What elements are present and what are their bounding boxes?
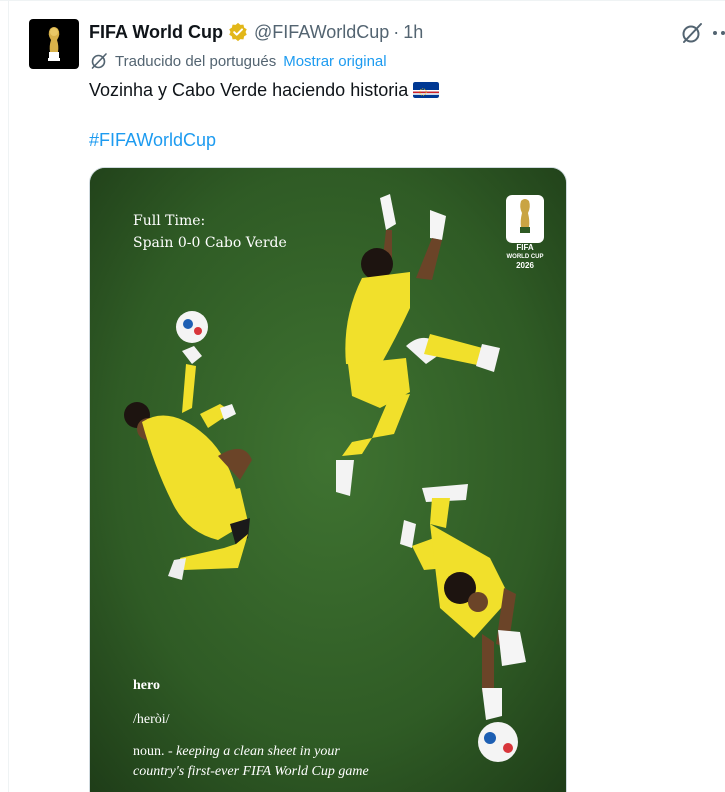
handle[interactable]: @FIFAWorldCup xyxy=(254,22,389,43)
world-cup-2026-emblem-icon xyxy=(506,195,544,243)
grok-icon[interactable] xyxy=(680,21,704,45)
timestamp[interactable]: 1h xyxy=(403,22,423,43)
translation-info: Traducido del portugués Mostrar original xyxy=(89,51,387,71)
hashtag-link[interactable]: #FIFAWorldCup xyxy=(89,128,216,152)
top-border xyxy=(0,0,725,1)
definition-pos: noun. xyxy=(133,744,165,759)
definition-line-1: noun. - keeping a clean sheet in your xyxy=(133,742,369,762)
more-options-icon[interactable] xyxy=(712,21,725,45)
tweet-media-image[interactable]: Full Time: Spain 0-0 Cabo Verde FIFA WOR… xyxy=(89,167,567,792)
definition-word: hero xyxy=(133,678,160,693)
logo-year-text: 2026 xyxy=(516,261,534,270)
fifa-world-cup-2026-logo: FIFA WORLD CUP 2026 xyxy=(504,193,546,271)
tweet-body: Vozinha y Cabo Verde haciendo historia xyxy=(89,80,409,100)
definition-text-1: - keeping a clean sheet in your xyxy=(168,744,340,759)
cape-verde-flag-icon xyxy=(413,82,440,98)
avatar[interactable] xyxy=(29,19,79,69)
tweet-header: FIFA World Cup @FIFAWorldCup · 1h xyxy=(89,20,423,44)
score-text: Spain 0-0 Cabo Verde xyxy=(133,235,287,251)
translated-label: Traducido del portugués xyxy=(115,52,277,70)
verified-badge-icon[interactable] xyxy=(228,22,248,42)
show-original-link[interactable]: Mostrar original xyxy=(283,53,386,70)
definition-block: hero /heròi/ noun. - keeping a clean she… xyxy=(133,676,369,782)
translate-icon xyxy=(91,53,107,69)
logo-world-cup-text: WORLD CUP xyxy=(506,254,544,260)
separator-dot: · xyxy=(393,21,400,42)
tweet-text: Vozinha y Cabo Verde haciendo historia xyxy=(89,78,440,102)
score-block: Full Time: Spain 0-0 Cabo Verde xyxy=(133,210,287,254)
definition-text-2: country's first-ever FIFA World Cup game xyxy=(133,764,369,779)
world-cup-trophy-icon xyxy=(48,27,60,61)
logo-fifa-text: FIFA xyxy=(516,243,534,252)
display-name[interactable]: FIFA World Cup xyxy=(89,22,223,43)
full-time-label: Full Time: xyxy=(133,213,206,229)
left-border xyxy=(8,0,9,792)
definition-pronunciation: /heròi/ xyxy=(133,712,170,727)
